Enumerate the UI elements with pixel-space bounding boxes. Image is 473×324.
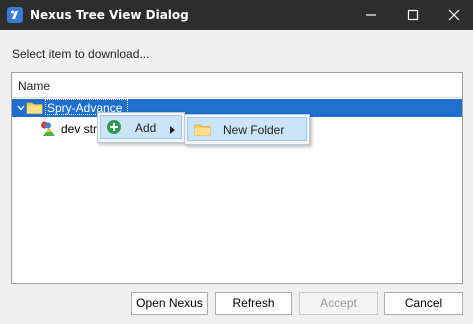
instruction-text: Select item to download... xyxy=(12,47,150,61)
context-menu: Add xyxy=(97,112,185,143)
close-button[interactable] xyxy=(431,0,473,30)
close-icon xyxy=(448,9,460,21)
menu-item-new-folder[interactable]: New Folder xyxy=(187,117,307,141)
window-title: Nexus Tree View Dialog xyxy=(30,8,189,22)
string-table-icon xyxy=(40,120,58,138)
chevron-down-icon[interactable] xyxy=(16,102,26,112)
minimize-icon xyxy=(366,14,376,16)
tree-view[interactable]: Name Spry-Advance dev stri xyxy=(11,72,463,284)
folder-icon xyxy=(26,100,43,115)
title-bar[interactable]: Nexus Tree View Dialog xyxy=(0,0,473,30)
open-nexus-button[interactable]: Open Nexus xyxy=(131,292,208,315)
tree-node-label: dev stri xyxy=(61,122,100,136)
menu-item-label: New Folder xyxy=(223,123,285,137)
folder-icon xyxy=(194,122,211,137)
minimize-button[interactable] xyxy=(348,0,393,30)
maximize-button[interactable] xyxy=(390,0,435,30)
accept-button[interactable]: Accept xyxy=(299,292,378,315)
maximize-icon xyxy=(407,9,419,21)
column-header-name[interactable]: Name xyxy=(12,73,462,98)
submenu-arrow-icon xyxy=(170,123,176,134)
refresh-button[interactable]: Refresh xyxy=(215,292,292,315)
nexus-app-icon xyxy=(7,7,23,23)
dialog-window: Nexus Tree View Dialog Select item to do… xyxy=(0,0,473,324)
plus-circle-icon xyxy=(106,119,122,135)
submenu: New Folder xyxy=(184,114,310,145)
column-header-label: Name xyxy=(18,79,51,93)
menu-item-add[interactable]: Add xyxy=(100,115,182,139)
menu-item-label: Add xyxy=(135,121,157,135)
cancel-button[interactable]: Cancel xyxy=(384,292,463,315)
